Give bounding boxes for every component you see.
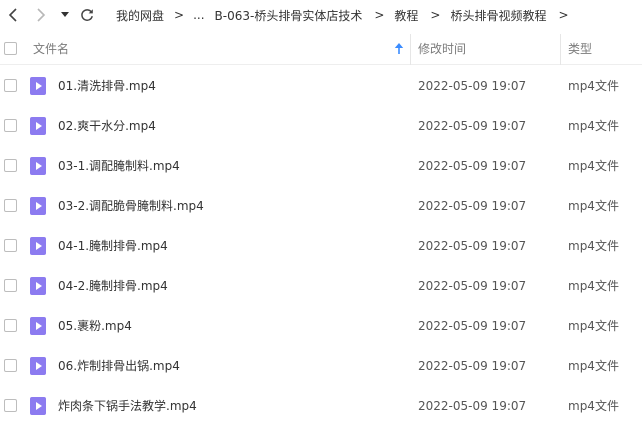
file-name[interactable]: 01.清洗排骨.mp4 xyxy=(58,66,156,106)
breadcrumb-item-course[interactable]: B-063-桥头排骨实体店技术 xyxy=(215,7,363,24)
row-checkbox[interactable] xyxy=(4,79,17,92)
breadcrumb-separator: > xyxy=(558,8,569,22)
file-modified: 2022-05-09 19:07 xyxy=(418,359,527,373)
video-file-icon xyxy=(30,277,46,295)
forward-button[interactable] xyxy=(31,5,51,25)
file-modified: 2022-05-09 19:07 xyxy=(418,399,527,413)
file-modified: 2022-05-09 19:07 xyxy=(418,199,527,213)
file-type: mp4文件 xyxy=(568,239,619,253)
breadcrumb-ellipsis[interactable]: ... xyxy=(193,8,204,22)
column-header-modified[interactable]: 修改时间 xyxy=(418,34,466,65)
row-checkbox[interactable] xyxy=(4,199,17,212)
file-row[interactable]: 03-2.调配脆骨腌制料.mp4 2022-05-09 19:07 mp4文件 xyxy=(0,186,642,226)
file-row[interactable]: 03-1.调配腌制料.mp4 2022-05-09 19:07 mp4文件 xyxy=(0,146,642,186)
select-all-checkbox[interactable] xyxy=(4,42,17,55)
file-modified: 2022-05-09 19:07 xyxy=(418,319,527,333)
breadcrumb-separator: > xyxy=(174,8,185,22)
video-file-icon xyxy=(30,157,46,175)
refresh-button[interactable] xyxy=(77,5,97,25)
row-checkbox[interactable] xyxy=(4,399,17,412)
file-name[interactable]: 03-1.调配腌制料.mp4 xyxy=(58,146,180,186)
checkbox-box xyxy=(4,42,17,55)
file-modified: 2022-05-09 19:07 xyxy=(418,239,527,253)
breadcrumb: 我的网盘 > ... B-063-桥头排骨实体店技术 > 教程 > 桥头排骨视频… xyxy=(116,0,579,30)
file-name[interactable]: 03-2.调配脆骨腌制料.mp4 xyxy=(58,186,204,226)
sort-ascending-icon[interactable] xyxy=(394,43,404,58)
file-name[interactable]: 04-1.腌制排骨.mp4 xyxy=(58,226,168,266)
file-row[interactable]: 06.炸制排骨出锅.mp4 2022-05-09 19:07 mp4文件 xyxy=(0,346,642,386)
file-name[interactable]: 05.裹粉.mp4 xyxy=(58,306,132,346)
file-modified: 2022-05-09 19:07 xyxy=(418,119,527,133)
video-file-icon xyxy=(30,317,46,335)
file-type: mp4文件 xyxy=(568,199,619,213)
file-name[interactable]: 04-2.腌制排骨.mp4 xyxy=(58,266,168,306)
breadcrumb-item-tutorial[interactable]: 教程 xyxy=(394,7,418,24)
video-file-icon xyxy=(30,117,46,135)
column-header-name[interactable]: 文件名 xyxy=(33,34,69,65)
video-file-icon xyxy=(30,357,46,375)
back-button[interactable] xyxy=(3,5,23,25)
file-row[interactable]: 01.清洗排骨.mp4 2022-05-09 19:07 mp4文件 xyxy=(0,66,642,106)
file-type: mp4文件 xyxy=(568,279,619,293)
file-modified: 2022-05-09 19:07 xyxy=(418,159,527,173)
caret-down-icon xyxy=(61,12,69,17)
row-checkbox[interactable] xyxy=(4,359,17,372)
file-row[interactable]: 炸肉条下锅手法教学.mp4 2022-05-09 19:07 mp4文件 xyxy=(0,386,642,426)
column-header-type[interactable]: 类型 xyxy=(568,34,592,65)
breadcrumb-root[interactable]: 我的网盘 xyxy=(116,7,164,24)
row-checkbox[interactable] xyxy=(4,119,17,132)
video-file-icon xyxy=(30,237,46,255)
chevron-right-icon xyxy=(37,8,46,22)
file-row[interactable]: 05.裹粉.mp4 2022-05-09 19:07 mp4文件 xyxy=(0,306,642,346)
file-row[interactable]: 02.爽干水分.mp4 2022-05-09 19:07 mp4文件 xyxy=(0,106,642,146)
file-type: mp4文件 xyxy=(568,79,619,93)
file-row[interactable]: 04-2.腌制排骨.mp4 2022-05-09 19:07 mp4文件 xyxy=(0,266,642,306)
video-file-icon xyxy=(30,397,46,415)
file-type: mp4文件 xyxy=(568,399,619,413)
file-type: mp4文件 xyxy=(568,359,619,373)
file-name[interactable]: 06.炸制排骨出锅.mp4 xyxy=(58,346,180,386)
file-browser: 我的网盘 > ... B-063-桥头排骨实体店技术 > 教程 > 桥头排骨视频… xyxy=(0,0,642,433)
refresh-icon xyxy=(81,9,93,21)
breadcrumb-separator: > xyxy=(374,8,385,22)
file-row[interactable]: 04-1.腌制排骨.mp4 2022-05-09 19:07 mp4文件 xyxy=(0,226,642,266)
video-file-icon xyxy=(30,77,46,95)
file-list: 01.清洗排骨.mp4 2022-05-09 19:07 mp4文件 02.爽干… xyxy=(0,66,642,433)
row-checkbox[interactable] xyxy=(4,319,17,332)
breadcrumb-separator: > xyxy=(430,8,441,22)
chevron-left-icon xyxy=(8,8,17,22)
file-type: mp4文件 xyxy=(568,159,619,173)
file-type: mp4文件 xyxy=(568,119,619,133)
file-modified: 2022-05-09 19:07 xyxy=(418,279,527,293)
row-checkbox[interactable] xyxy=(4,239,17,252)
file-name[interactable]: 炸肉条下锅手法教学.mp4 xyxy=(58,386,197,426)
file-name[interactable]: 02.爽干水分.mp4 xyxy=(58,106,156,146)
video-file-icon xyxy=(30,197,46,215)
breadcrumb-item-video-tutorial[interactable]: 桥头排骨视频教程 xyxy=(450,7,546,24)
row-checkbox[interactable] xyxy=(4,159,17,172)
column-divider[interactable] xyxy=(560,34,561,65)
row-checkbox[interactable] xyxy=(4,279,17,292)
file-type: mp4文件 xyxy=(568,319,619,333)
column-header: 文件名 修改时间 类型 xyxy=(0,34,642,65)
column-divider[interactable] xyxy=(410,34,411,65)
navigation-bar: 我的网盘 > ... B-063-桥头排骨实体店技术 > 教程 > 桥头排骨视频… xyxy=(0,0,642,30)
history-dropdown-button[interactable] xyxy=(56,5,74,25)
file-modified: 2022-05-09 19:07 xyxy=(418,79,527,93)
